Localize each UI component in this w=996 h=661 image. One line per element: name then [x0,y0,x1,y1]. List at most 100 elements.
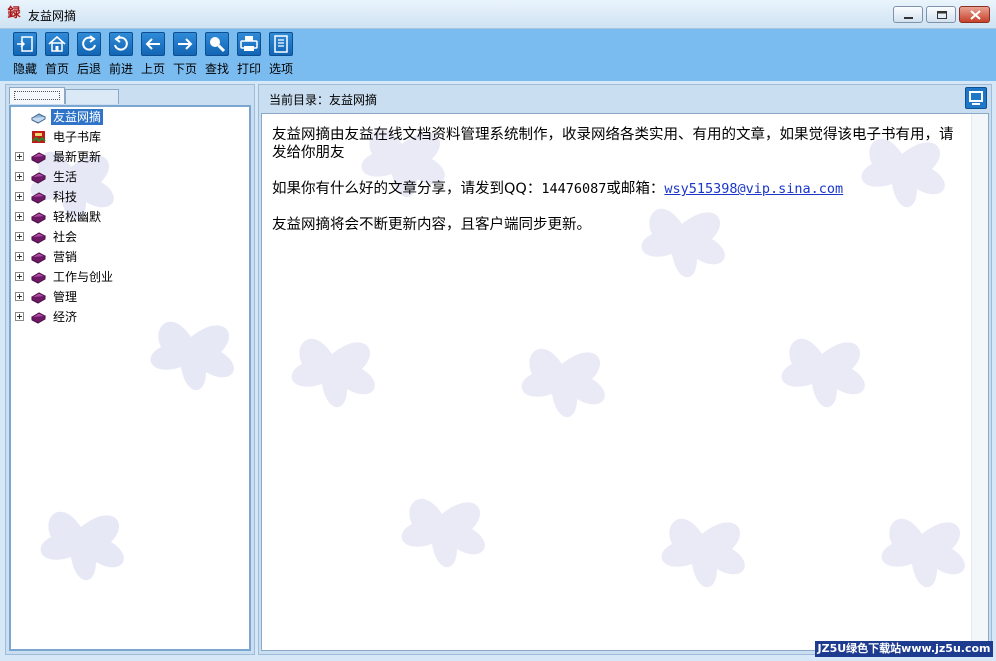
home-button[interactable]: 首页 [41,32,73,79]
book-purple-icon [30,172,47,184]
tab-contents[interactable] [9,87,65,104]
tree-item-latest[interactable]: 最新更新 [11,147,241,167]
tree-item-life[interactable]: 生活 [11,167,241,187]
next-page-button[interactable]: 下页 [169,32,201,79]
tree-item-work-startup[interactable]: 工作与创业 [11,267,241,287]
search-button[interactable]: 查找 [201,32,233,79]
maximize-button[interactable] [926,6,956,23]
forward-refresh-icon [109,32,133,56]
book-purple-icon [30,232,47,244]
vertical-scrollbar[interactable] [971,114,988,650]
contact-mid: 或邮箱： [606,181,665,197]
library-icon [32,131,46,143]
expand-icon[interactable] [15,212,24,221]
article-view[interactable]: 友益网摘由友益在线文档资料管理系统制作，收录网络各类实用、有用的文章，如果觉得该… [261,113,989,651]
book-purple-icon [30,192,47,204]
tree-label: 最新更新 [53,150,102,164]
home-icon [45,32,69,56]
tree-item-humor[interactable]: 轻松幽默 [11,207,241,227]
expand-icon[interactable] [15,152,24,161]
options-icon [269,32,293,56]
watermark-badge: JZ5U绿色下载站www.jz5u.com [815,641,993,657]
options-label: 选项 [268,62,293,76]
book-purple-icon [30,252,47,264]
close-button[interactable] [959,6,990,23]
hide-label: 隐藏 [12,62,37,76]
toolbar: 隐藏 首页 后退 前进 上页 下页 查找 打印 选项 [0,29,996,81]
next-page-label: 下页 [172,62,197,76]
minimize-icon [904,17,913,19]
qq-number: 14476087 [541,181,607,197]
title-bar: 録 友益网摘 [0,0,996,29]
tree-label: 电子书库 [53,130,102,144]
book-purple-icon [30,212,47,224]
tree-item-technology[interactable]: 科技 [11,187,241,207]
tree-label: 轻松幽默 [53,210,102,224]
contact-paragraph: 如果你有什么好的文章分享，请发到QQ：14476087或邮箱：wsy515398… [272,180,962,198]
expand-icon[interactable] [15,272,24,281]
prev-page-button[interactable]: 上页 [137,32,169,79]
forward-button[interactable]: 前进 [105,32,137,79]
hide-button[interactable]: 隐藏 [9,32,41,79]
tree-item-management[interactable]: 管理 [11,287,241,307]
prev-page-label: 上页 [140,62,165,76]
book-blue-icon [30,113,47,124]
close-icon [970,10,981,20]
print-icon [237,32,261,56]
tree-label: 友益网摘 [51,109,104,125]
tree-item-economy[interactable]: 经济 [11,307,241,327]
email-link[interactable]: wsy515398@vip.sina.com [664,181,843,197]
app-logo-icon: 録 [7,6,21,21]
navigation-pane: 友益网摘 电子书库 最新更新 生活 科技 轻松幽默 社会 营销 工作与创业 管理… [5,84,255,655]
home-label: 首页 [44,62,69,76]
tree-view[interactable]: 友益网摘 电子书库 最新更新 生活 科技 轻松幽默 社会 营销 工作与创业 管理… [9,105,251,651]
current-directory-label: 当前目录：友益网摘 [269,93,378,107]
back-button[interactable]: 后退 [73,32,105,79]
monitor-icon [969,91,983,105]
path-bar: 当前目录：友益网摘 [259,85,991,111]
tree-label: 营销 [53,250,78,264]
tree-item-ebook-library[interactable]: 电子书库 [11,127,241,147]
expand-icon[interactable] [15,292,24,301]
book-purple-icon [30,272,47,284]
tree-label: 经济 [53,310,78,324]
update-paragraph: 友益网摘将会不断更新内容，且客户端同步更新。 [272,217,591,233]
book-purple-icon [30,292,47,304]
tree-item-home[interactable]: 友益网摘 [11,107,241,127]
tree-label: 科技 [53,190,78,204]
maximize-icon [937,11,947,19]
minimize-button[interactable] [893,6,923,23]
back-refresh-icon [77,32,101,56]
arrow-left-icon [141,32,165,56]
fullscreen-button[interactable] [965,87,987,109]
tree-item-society[interactable]: 社会 [11,227,241,247]
tree-item-marketing[interactable]: 营销 [11,247,241,267]
print-button[interactable]: 打印 [233,32,265,79]
back-label: 后退 [76,62,101,76]
book-purple-icon [30,312,47,324]
expand-icon[interactable] [15,252,24,261]
tree-label: 管理 [53,290,78,304]
expand-icon[interactable] [15,312,24,321]
tree-label: 生活 [53,170,78,184]
arrow-right-icon [173,32,197,56]
tab-secondary[interactable] [65,89,119,104]
contact-prefix: 如果你有什么好的文章分享，请发到QQ： [272,181,542,197]
content-pane: 当前目录：友益网摘 友益网摘由友益在线文档资料管理系统制作，收录网络各类实用、有… [258,84,992,655]
forward-label: 前进 [108,62,133,76]
expand-icon[interactable] [15,172,24,181]
search-label: 查找 [204,62,229,76]
intro-paragraph: 友益网摘由友益在线文档资料管理系统制作，收录网络各类实用、有用的文章，如果觉得该… [272,127,954,161]
search-icon [205,32,229,56]
hide-panel-icon [13,32,37,56]
window-title: 友益网摘 [28,9,77,23]
tree-label: 工作与创业 [53,270,114,284]
article-body: 友益网摘由友益在线文档资料管理系统制作，收录网络各类实用、有用的文章，如果觉得该… [272,126,962,252]
book-purple-icon [30,152,47,164]
options-button[interactable]: 选项 [265,32,297,79]
expand-icon[interactable] [15,192,24,201]
expand-icon[interactable] [15,232,24,241]
tree-label: 社会 [53,230,78,244]
print-label: 打印 [236,62,261,76]
tab-strip [9,87,121,105]
